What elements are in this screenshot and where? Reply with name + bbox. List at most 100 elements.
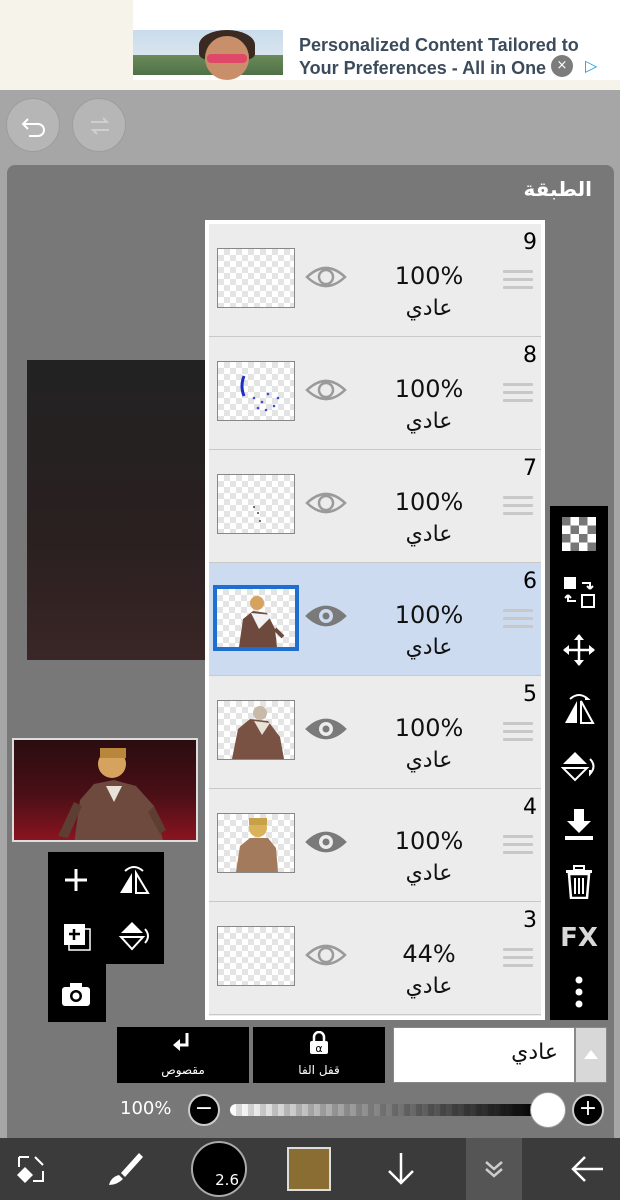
drag-handle-icon[interactable] bbox=[503, 270, 533, 292]
layer-opacity: 44% bbox=[402, 940, 456, 968]
clipping-button[interactable]: مقصوص bbox=[117, 1027, 249, 1083]
opacity-decrease-button[interactable]: − bbox=[188, 1094, 220, 1126]
ad-headline[interactable]: Personalized Content Tailored to Your Pr… bbox=[299, 34, 619, 80]
drag-handle-icon[interactable] bbox=[503, 383, 533, 405]
move-icon bbox=[563, 634, 595, 666]
brush-tool-button[interactable] bbox=[94, 1138, 156, 1200]
layer-row[interactable]: 9 100% عادي bbox=[209, 224, 541, 337]
brush-size-value: 2.6 bbox=[215, 1171, 239, 1189]
undo-button[interactable] bbox=[6, 98, 60, 152]
flip-horizontal-right-button[interactable] bbox=[559, 688, 599, 728]
blend-mode-dropdown-button[interactable] bbox=[575, 1027, 607, 1083]
blend-mode-select[interactable]: عادي bbox=[393, 1027, 575, 1083]
move-button[interactable] bbox=[559, 630, 599, 670]
eye-icon[interactable] bbox=[305, 827, 347, 857]
layer-thumbnail[interactable] bbox=[213, 585, 299, 651]
drag-handle-icon[interactable] bbox=[503, 948, 533, 970]
trash-icon bbox=[566, 865, 592, 899]
flip-vertical-button[interactable] bbox=[114, 916, 154, 956]
alpha-lock-button[interactable]: α قفل الفا bbox=[253, 1027, 385, 1083]
transform-tool-button[interactable] bbox=[0, 1138, 62, 1200]
eye-icon[interactable] bbox=[305, 714, 347, 744]
layer-number: 5 bbox=[523, 682, 537, 707]
eye-icon[interactable] bbox=[305, 375, 347, 405]
flip-horizontal-icon bbox=[565, 694, 595, 724]
layer-row-selected[interactable]: 6 100% عادي bbox=[209, 563, 541, 676]
collapse-panel-button[interactable] bbox=[466, 1138, 522, 1200]
layer-blend-mode: عادي bbox=[405, 748, 453, 773]
layer-thumbnail[interactable] bbox=[217, 700, 295, 760]
color-button[interactable] bbox=[278, 1138, 340, 1200]
layer-row[interactable]: 8 100% عادي bbox=[209, 337, 541, 450]
opacity-slider-handle[interactable] bbox=[530, 1092, 566, 1128]
layer-blend-mode: عادي bbox=[405, 861, 453, 886]
layer-move-down-button[interactable] bbox=[370, 1138, 432, 1200]
fx-button[interactable]: FX bbox=[559, 918, 599, 958]
layer-row[interactable]: 3 44% عادي bbox=[209, 902, 541, 1015]
drag-handle-icon[interactable] bbox=[503, 835, 533, 857]
ad-close-icon[interactable]: × bbox=[551, 55, 573, 77]
delete-layer-button[interactable] bbox=[559, 862, 599, 902]
color-swatch bbox=[287, 1147, 331, 1191]
layer-thumbnail[interactable] bbox=[217, 813, 295, 873]
back-button[interactable] bbox=[556, 1138, 618, 1200]
layer-row[interactable]: 4 100% عادي bbox=[209, 789, 541, 902]
opacity-increase-button[interactable]: + bbox=[572, 1094, 604, 1126]
drag-handle-icon[interactable] bbox=[503, 609, 533, 631]
layer-opacity: 100% bbox=[394, 488, 464, 516]
add-copy-layer-button[interactable] bbox=[56, 916, 96, 956]
opacity-value: 100% bbox=[120, 1098, 172, 1119]
layer-row[interactable]: 7 100% عادي bbox=[209, 450, 541, 563]
ad-image[interactable] bbox=[133, 30, 283, 80]
eye-icon[interactable] bbox=[305, 262, 347, 292]
layer-thumbnail[interactable] bbox=[217, 474, 295, 534]
layer-blend-mode: عادي bbox=[405, 296, 453, 321]
arrow-down-icon bbox=[388, 1153, 414, 1185]
transparent-fill-button[interactable] bbox=[559, 514, 599, 554]
layer-list-inner[interactable]: 9 100% عادي 8 100% عادي 7 100% عادي 6 10… bbox=[209, 224, 541, 1016]
ad-banner[interactable]: Personalized Content Tailored to Your Pr… bbox=[0, 0, 620, 90]
ad-choices-icon[interactable]: ▷ bbox=[585, 56, 605, 76]
brush-size-button[interactable]: 2.6 bbox=[188, 1138, 250, 1200]
merge-down-button[interactable] bbox=[559, 804, 599, 844]
thumbnail-art bbox=[253, 506, 261, 522]
camera-import-button[interactable] bbox=[56, 974, 96, 1014]
layer-blend-mode: عادي bbox=[405, 409, 453, 434]
flip-horizontal-button[interactable] bbox=[114, 860, 154, 900]
layer-thumbnail[interactable] bbox=[217, 926, 295, 986]
swap-layers-button[interactable] bbox=[559, 572, 599, 612]
layer-opacity: 100% bbox=[394, 375, 464, 403]
layer-row[interactable]: 5 100% عادي bbox=[209, 676, 541, 789]
flip-horizontal-icon bbox=[120, 866, 150, 894]
clipping-arrow-icon bbox=[173, 1033, 189, 1051]
layer-thumbnail[interactable] bbox=[217, 248, 295, 308]
opacity-slider-track[interactable] bbox=[230, 1104, 540, 1116]
drag-handle-icon[interactable] bbox=[503, 722, 533, 744]
merge-down-icon bbox=[565, 809, 593, 840]
clipping-label: مقصوص bbox=[161, 1063, 205, 1077]
blend-mode-value: عادي bbox=[511, 1040, 558, 1065]
layer-blend-mode: عادي bbox=[405, 522, 453, 547]
layer-opacity: 100% bbox=[394, 714, 464, 742]
drag-handle-icon[interactable] bbox=[503, 496, 533, 518]
camera-icon bbox=[62, 983, 90, 1006]
layer-list[interactable]: 9 100% عادي 8 100% عادي 7 100% عادي 6 10… bbox=[205, 220, 545, 1020]
undo-icon bbox=[21, 118, 45, 137]
eye-icon[interactable] bbox=[305, 940, 347, 970]
alpha-lock-label: قفل الفا bbox=[298, 1063, 340, 1077]
thumbnail-art bbox=[236, 818, 278, 872]
more-options-button[interactable] bbox=[559, 972, 599, 1012]
ad-image-glasses bbox=[207, 54, 247, 63]
eye-icon[interactable] bbox=[305, 488, 347, 518]
eye-icon[interactable] bbox=[305, 601, 347, 631]
redo-button[interactable] bbox=[72, 98, 126, 152]
brush-size-circle: 2.6 bbox=[191, 1141, 247, 1197]
canvas-area[interactable] bbox=[27, 360, 217, 660]
add-layer-button[interactable] bbox=[56, 860, 96, 900]
panel-title: الطبقة bbox=[523, 177, 592, 201]
flip-vertical-right-button[interactable] bbox=[559, 746, 599, 786]
alpha-glyph: α bbox=[315, 1042, 322, 1055]
canvas-preview[interactable] bbox=[12, 738, 198, 842]
layer-thumbnail[interactable] bbox=[217, 361, 295, 421]
ad-content[interactable]: Personalized Content Tailored to Your Pr… bbox=[133, 0, 620, 80]
